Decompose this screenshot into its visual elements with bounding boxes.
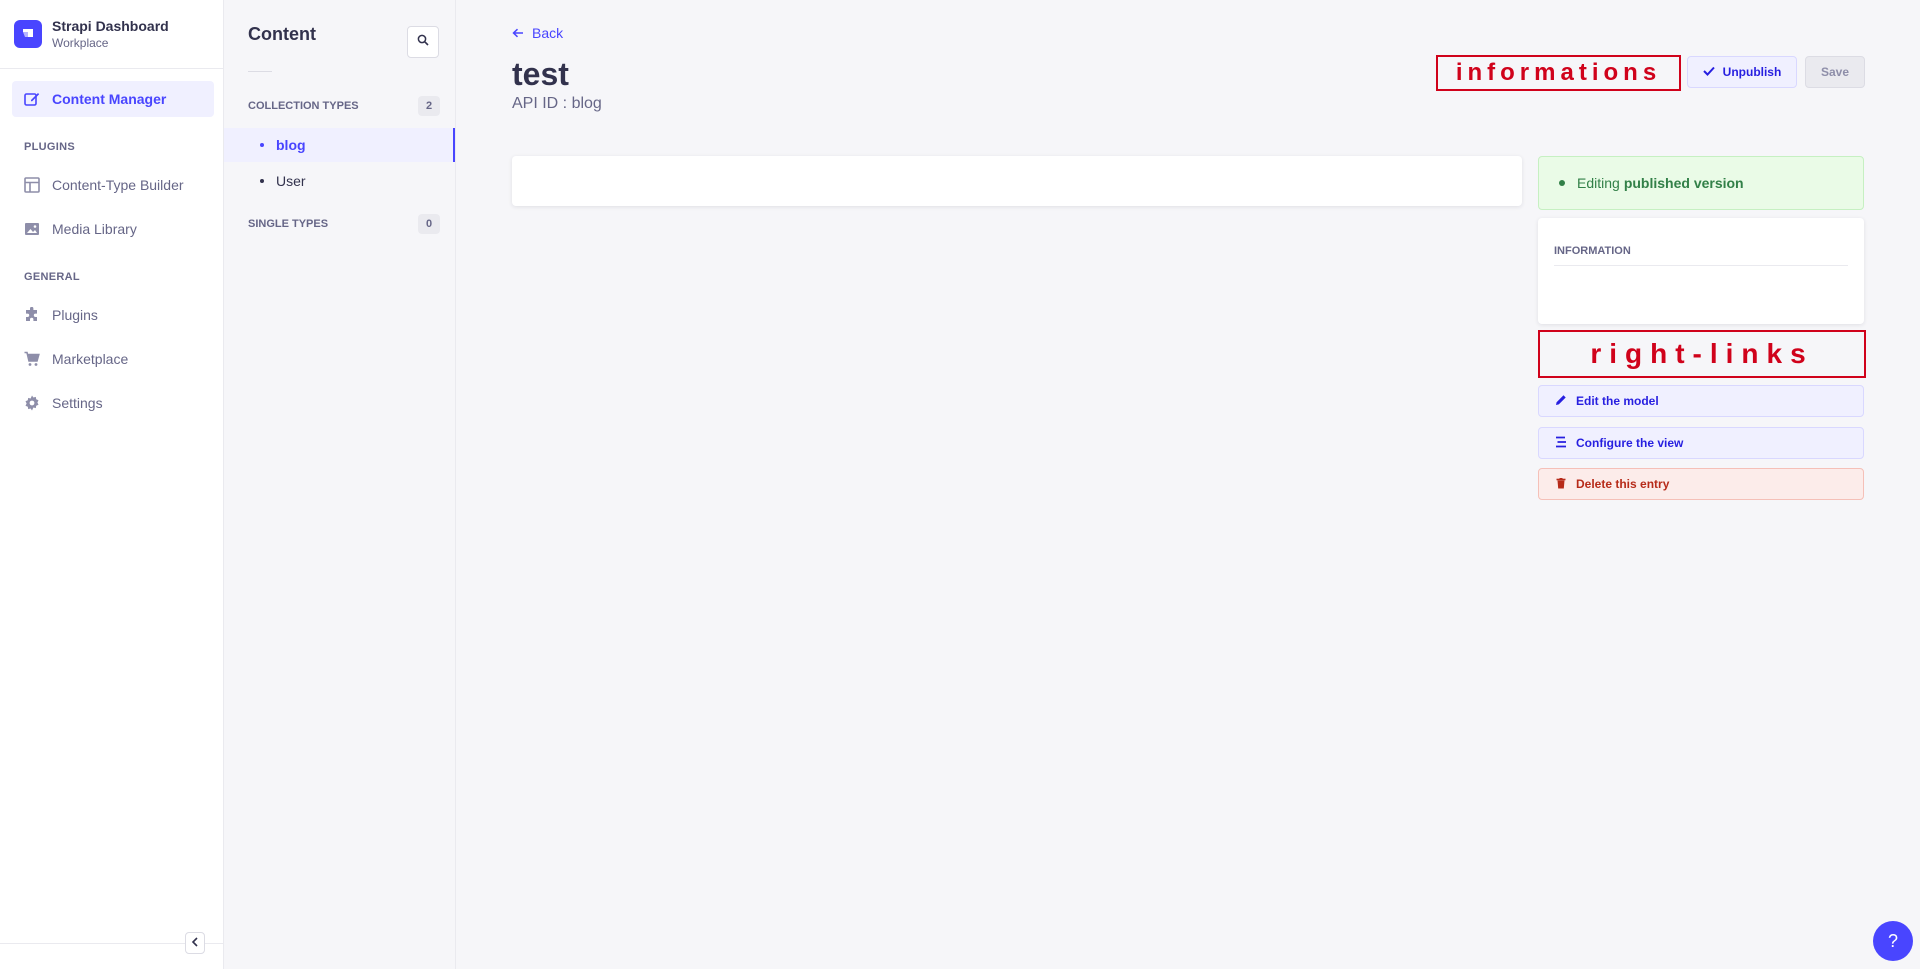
unpublish-button[interactable]: Unpublish: [1687, 56, 1797, 88]
nav-item-label: Content Manager: [52, 91, 167, 107]
nav-item-label: Marketplace: [52, 351, 129, 367]
shopping-cart-icon: [24, 351, 40, 367]
subnav-item-user[interactable]: User: [224, 164, 455, 198]
information-label: INFORMATION: [1554, 245, 1631, 257]
status-prefix: Editing: [1577, 175, 1620, 191]
collection-types-section[interactable]: COLLECTION TYPES 2: [248, 96, 440, 116]
information-divider: [1554, 265, 1848, 266]
nav-section-general: GENERAL: [24, 271, 80, 283]
chevron-left-icon: [191, 934, 199, 952]
subnav-item-label: blog: [276, 137, 306, 153]
delete-entry-button[interactable]: Delete this entry: [1538, 468, 1864, 500]
information-panel: INFORMATION: [1538, 218, 1864, 324]
nav-item-label: Settings: [52, 395, 103, 411]
strapi-logo-icon: [14, 20, 42, 48]
layout-icon: [24, 177, 40, 193]
subnav-item-blog[interactable]: blog: [224, 128, 455, 162]
check-icon: [1702, 65, 1723, 79]
brand-title: Strapi Dashboard: [52, 18, 169, 34]
subnav-divider: [248, 71, 272, 72]
nav-section-plugins: PLUGINS: [24, 141, 75, 153]
edit-model-label: Edit the model: [1576, 394, 1659, 408]
single-types-label: SINGLE TYPES: [248, 218, 329, 230]
nav-item-media-library[interactable]: Media Library: [12, 211, 214, 247]
informations-annotation: informations: [1436, 55, 1681, 91]
puzzle-icon: [24, 307, 40, 323]
gear-icon: [24, 395, 40, 411]
help-button[interactable]: ?: [1873, 921, 1913, 961]
api-id: API ID : blog: [512, 95, 602, 112]
search-icon: [417, 33, 429, 51]
arrow-left-icon: [512, 25, 532, 41]
edit-model-button[interactable]: Edit the model: [1538, 385, 1864, 417]
brand-header: Strapi Dashboard Workplace: [0, 0, 223, 69]
save-button[interactable]: Save: [1805, 56, 1865, 88]
unpublish-label: Unpublish: [1722, 65, 1782, 79]
trash-icon: [1555, 477, 1576, 492]
status-version: published version: [1623, 175, 1744, 191]
nav-item-label: Content-Type Builder: [52, 177, 184, 193]
configure-view-button[interactable]: Configure the view: [1538, 427, 1864, 459]
nav-item-label: Plugins: [52, 307, 98, 323]
nav-item-marketplace[interactable]: Marketplace: [12, 341, 214, 377]
image-icon: [24, 221, 40, 237]
subnav-search-button[interactable]: [407, 26, 439, 58]
pencil-icon: [1555, 394, 1576, 409]
single-types-section[interactable]: SINGLE TYPES 0: [248, 214, 440, 234]
subnav-title: Content: [248, 24, 316, 44]
delete-entry-label: Delete this entry: [1576, 477, 1670, 491]
status-dot-icon: [1559, 180, 1565, 186]
collection-types-label: COLLECTION TYPES: [248, 100, 359, 112]
collapse-nav-button[interactable]: [185, 932, 205, 954]
layout-list-icon: [1555, 436, 1576, 451]
collection-types-count: 2: [418, 96, 440, 116]
nav-item-plugins[interactable]: Plugins: [12, 297, 214, 333]
pencil-square-icon: [24, 91, 40, 107]
nav-item-content-type-builder[interactable]: Content-Type Builder: [12, 167, 214, 203]
configure-view-label: Configure the view: [1576, 436, 1684, 450]
bullet-icon: [260, 179, 264, 183]
editor-panel: [512, 156, 1522, 206]
back-label: Back: [532, 25, 564, 41]
nav-item-settings[interactable]: Settings: [12, 385, 214, 421]
main-nav: Strapi Dashboard Workplace Content Manag…: [0, 0, 224, 969]
brand-subtitle: Workplace: [52, 36, 109, 50]
single-types-count: 0: [418, 214, 440, 234]
nav-item-content-manager[interactable]: Content Manager: [12, 81, 214, 117]
subnav-item-label: User: [276, 173, 306, 189]
back-link[interactable]: Back: [512, 25, 563, 41]
bullet-icon: [260, 143, 264, 147]
right-links-annotation: right-links: [1538, 330, 1866, 378]
content-subnav: Content COLLECTION TYPES 2 blog User SIN…: [224, 0, 456, 969]
page-title: test: [512, 56, 569, 92]
editing-status-banner: Editing published version: [1538, 156, 1864, 210]
nav-item-label: Media Library: [52, 221, 137, 237]
